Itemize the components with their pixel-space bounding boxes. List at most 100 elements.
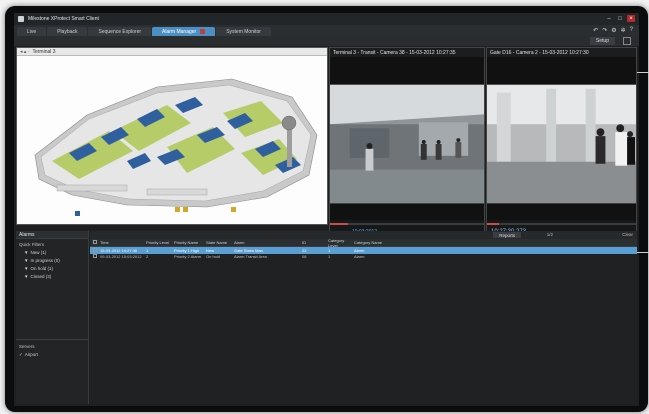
- filter-icon: ▼: [24, 274, 29, 279]
- timeline-bar[interactable]: [330, 223, 484, 225]
- column-header[interactable]: Priority Name: [174, 240, 206, 245]
- cell: New: [206, 247, 215, 253]
- tab-sequence-explorer[interactable]: Sequence Explorer: [88, 27, 152, 36]
- cell: 2: [146, 254, 149, 260]
- filter-in-progress[interactable]: ▼ In progress (0): [16, 256, 88, 264]
- servers-label: Servers: [19, 344, 35, 349]
- cell: Gate Stairs Man: [234, 247, 263, 253]
- camera-feed-1: [330, 84, 484, 204]
- map-header: ◂ ▴ · Terminal 3: [17, 48, 327, 56]
- settings-icon[interactable]: ⚙: [611, 27, 616, 34]
- minimize-icon[interactable]: –: [605, 15, 613, 22]
- table-row[interactable]: 09-03-2012 15:03:2012 2 Priority 2 Alarm…: [90, 254, 637, 261]
- sub-toolbar: Setup: [14, 36, 639, 46]
- cell: 08: [302, 254, 307, 260]
- page-indicator: 1/2: [546, 232, 553, 237]
- maximize-icon[interactable]: □: [616, 15, 624, 22]
- filter-icon: ▼: [24, 250, 29, 255]
- filter-on-hold[interactable]: ▼ On hold (1): [16, 264, 88, 272]
- camera-title: Gate D16 - Camera 2 - 15-03-2012 10:27:3…: [487, 48, 636, 57]
- main-tabs: Live Playback Sequence Explorer Alarm Ma…: [14, 25, 639, 36]
- filter-label: Closed (3): [30, 274, 52, 279]
- server-label: Airport: [24, 352, 39, 357]
- alarm-list-header: Time Priority Level Priority Name State …: [90, 238, 637, 248]
- row-checkbox[interactable]: [90, 247, 100, 253]
- map-nav-icons[interactable]: ◂ ▴ ·: [20, 49, 29, 55]
- close-icon[interactable]: ×: [627, 15, 635, 22]
- column-header[interactable]: ID: [302, 240, 328, 245]
- servers-section: Servers ✓ Airport: [16, 341, 88, 359]
- cell: 15-03-2012 10:27:30: [100, 247, 138, 253]
- tab-system-monitor[interactable]: System Monitor: [216, 27, 271, 36]
- map-title: Terminal 3: [32, 48, 56, 55]
- fullscreen-icon[interactable]: [623, 37, 631, 45]
- filter-closed[interactable]: ▼ Closed (3): [16, 272, 88, 280]
- cell: 22: [302, 247, 307, 253]
- tab-label: Sequence Explorer: [98, 28, 142, 35]
- timeline-progress: [330, 223, 349, 225]
- quick-filters-label: Quick Filters: [19, 242, 45, 247]
- select-all-checkbox[interactable]: [90, 240, 100, 245]
- alarm-list: Reports 1/2 Clear Time Priority Level Pr…: [90, 231, 637, 404]
- checkbox-icon: [93, 247, 97, 252]
- timeline-bar[interactable]: [487, 223, 636, 225]
- clear-filter-button[interactable]: Clear: [622, 232, 633, 237]
- column-header[interactable]: State Name: [206, 240, 234, 245]
- setup-button[interactable]: Setup: [589, 37, 615, 45]
- filter-new[interactable]: ▼ New (1): [16, 248, 88, 256]
- column-header[interactable]: Category Level: [328, 238, 354, 248]
- cell: Alarm: [354, 254, 365, 260]
- cell: 1: [328, 254, 331, 260]
- forward-icon[interactable]: ↷: [602, 27, 607, 34]
- back-icon[interactable]: ↶: [593, 27, 598, 34]
- airport-map: [34, 78, 318, 216]
- tab-label: Alarm Manager: [162, 28, 197, 35]
- column-header[interactable]: Alarm: [234, 240, 302, 245]
- window-title: Milestone XProtect Smart Client: [28, 16, 99, 22]
- app-icon: [18, 16, 24, 22]
- filter-label: New (1): [30, 250, 47, 255]
- window-controls: – □ ×: [605, 15, 635, 22]
- sidebar-divider: [16, 339, 88, 340]
- server-icon: ✓: [19, 352, 23, 357]
- map-view[interactable]: ◂ ▴ · Terminal 3: [16, 47, 328, 225]
- callout-line: [637, 252, 649, 253]
- tab-label: Live: [27, 28, 37, 35]
- checkbox-icon: [93, 254, 97, 259]
- title-bar: Milestone XProtect Smart Client – □ ×: [14, 13, 639, 25]
- cell: 1: [328, 247, 331, 253]
- cell: 1: [146, 247, 149, 253]
- column-header[interactable]: Priority Level: [146, 240, 174, 245]
- camera-view-1[interactable]: Terminal 3 - Transit - Camera 38 - 15-03…: [329, 47, 485, 239]
- cell: 09-03-2012 15:03:2012: [100, 254, 142, 260]
- filter-label: In progress (0): [30, 258, 60, 263]
- tab-playback[interactable]: Playback: [47, 27, 88, 36]
- alarm-sidebar: Alarms Quick Filters ▼ New (1) ▼ In progre…: [16, 231, 89, 404]
- camera-view-2[interactable]: Gate D16 - Camera 2 - 15-03-2012 10:27:3…: [486, 47, 637, 239]
- gear-icon[interactable]: ✲: [621, 27, 626, 34]
- tab-close-icon[interactable]: [200, 29, 206, 34]
- cell: Priority 1 High: [174, 247, 200, 253]
- checkbox-icon: [93, 240, 97, 244]
- column-header[interactable]: Category Name: [354, 240, 414, 245]
- filter-label: On hold (1): [30, 266, 53, 271]
- server-airport[interactable]: ✓ Airport: [16, 350, 88, 359]
- cell: Alarm: [354, 247, 365, 253]
- alarm-list-toolbar: Reports 1/2 Clear: [90, 231, 637, 239]
- cell: Priority 2 Alarm: [174, 254, 202, 260]
- cell: On hold: [206, 254, 221, 260]
- tab-label: Playback: [57, 28, 78, 35]
- timeline-progress: [487, 223, 499, 225]
- reports-button[interactable]: Reports: [493, 232, 521, 238]
- camera-feed-2: [487, 84, 636, 204]
- tab-alarm-manager[interactable]: Alarm Manager: [152, 27, 216, 36]
- help-icon[interactable]: ?: [630, 27, 633, 34]
- tab-live[interactable]: Live: [17, 27, 47, 36]
- filter-icon: ▼: [24, 266, 29, 271]
- filter-icon: ▼: [24, 258, 29, 263]
- column-header[interactable]: Time: [100, 240, 146, 245]
- camera-title: Terminal 3 - Transit - Camera 38 - 15-03…: [330, 48, 484, 57]
- row-checkbox[interactable]: [90, 254, 100, 259]
- app-screen: Milestone XProtect Smart Client – □ × Li…: [14, 13, 639, 406]
- sidebar-header: Alarms: [16, 231, 88, 239]
